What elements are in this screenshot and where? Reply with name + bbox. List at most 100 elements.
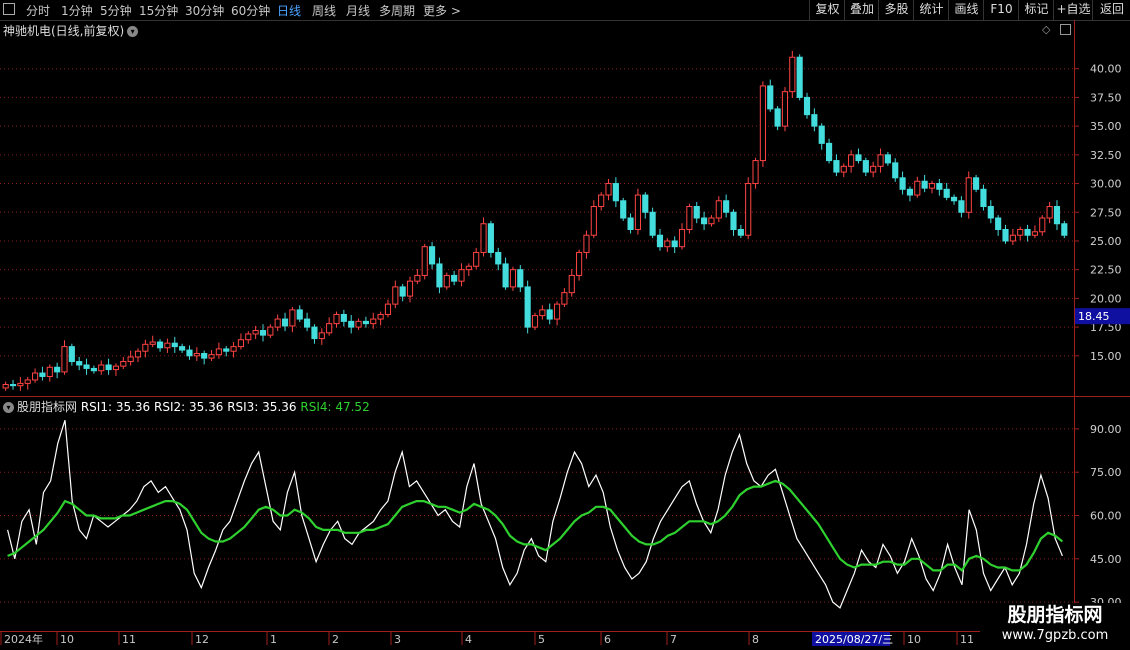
price-tick-label: 40.00 [1090, 63, 1122, 76]
price-tick-label: 32.50 [1090, 149, 1122, 162]
candle-body [671, 240, 678, 248]
time-axis-label: 3 [394, 633, 401, 646]
candle-body [840, 165, 847, 173]
tab-5min[interactable]: 5分钟 [100, 2, 132, 19]
candle-body [737, 228, 744, 236]
statistics-button[interactable]: 统计 [913, 0, 949, 20]
candle [436, 257, 443, 294]
candle-body [1046, 206, 1053, 219]
candle [524, 280, 531, 334]
candle-body [2, 384, 9, 389]
candle-body [127, 356, 134, 363]
add-watchlist-button[interactable]: +自选 [1053, 0, 1093, 20]
tab-15min[interactable]: 15分钟 [139, 2, 178, 19]
candle-body [583, 234, 590, 253]
candle-body [627, 217, 634, 230]
time-axis-label: 5 [538, 633, 545, 646]
candle-body [362, 320, 369, 325]
candle [134, 348, 142, 363]
candle-body [686, 206, 693, 230]
candle [1053, 200, 1061, 231]
tab-60min[interactable]: 60分钟 [231, 2, 270, 19]
candle [296, 305, 303, 322]
candle [965, 171, 972, 219]
tab-daily[interactable]: 日线 [277, 2, 301, 19]
candle-body [553, 303, 561, 320]
rsi4-value: RSI4: 47.52 [300, 400, 370, 414]
chevron-down-icon[interactable]: ▾ [127, 26, 139, 37]
tab-1min[interactable]: 1分钟 [61, 2, 93, 19]
rsi-tick-label: 75.00 [1090, 466, 1122, 479]
candle [348, 315, 355, 334]
candle [840, 163, 847, 178]
chevron-down-icon[interactable]: ▾ [3, 402, 14, 413]
tab-multi-period[interactable]: 多周期 [379, 2, 415, 19]
tab-weekly[interactable]: 周线 [312, 2, 336, 19]
candle [576, 249, 583, 281]
candle-body [781, 91, 789, 127]
candle [429, 242, 436, 270]
tab-intraday[interactable]: 分时 [26, 2, 50, 19]
candle [24, 377, 31, 390]
tab-monthly[interactable]: 月线 [346, 2, 370, 19]
candle-body [443, 274, 450, 288]
candle-body [164, 342, 171, 349]
candle-body [531, 315, 539, 328]
candle [914, 176, 921, 198]
candle-body [759, 85, 766, 162]
candle-body [620, 200, 627, 219]
candle [877, 148, 884, 173]
candle [98, 360, 105, 375]
candle [803, 92, 811, 119]
candle [723, 194, 730, 218]
candle-body [590, 206, 597, 236]
candle [421, 243, 428, 280]
candle [678, 223, 686, 250]
candle-body [509, 269, 517, 288]
tab-30min[interactable]: 30分钟 [185, 2, 224, 19]
candle [892, 158, 899, 182]
candle-body [392, 286, 399, 305]
draw-line-button[interactable]: 画线 [948, 0, 984, 20]
candle-body [399, 286, 406, 297]
candle [715, 196, 722, 223]
candle-body [524, 286, 531, 328]
candle-body [965, 177, 972, 213]
candle [90, 365, 97, 374]
candle-body [921, 180, 928, 189]
price-chart[interactable]: 40.00 37.50 35.00 32.50 30.00 27.50 25.00 22.50… [0, 0, 1130, 650]
candle [634, 188, 641, 235]
window-icon[interactable] [3, 3, 15, 15]
candle-body [745, 183, 752, 236]
candle-body [201, 353, 208, 359]
mark-button[interactable]: 标记 [1018, 0, 1054, 20]
back-button[interactable]: 返回 [1092, 0, 1130, 20]
candle [995, 215, 1002, 236]
candle-body [495, 251, 502, 265]
diamond-icon[interactable]: ◇ [1042, 23, 1050, 36]
candle-body [76, 361, 83, 366]
candle [443, 272, 450, 290]
candle [370, 312, 377, 329]
f10-button[interactable]: F10 [983, 0, 1019, 20]
candle-body [333, 313, 340, 325]
multi-stock-button[interactable]: 多股 [878, 0, 914, 20]
panel-toggle-icon[interactable] [1060, 24, 1071, 35]
tab-more[interactable]: 更多 > [423, 2, 461, 19]
candle-body [870, 165, 877, 173]
candle-body [179, 346, 186, 351]
price-tick-label: 37.50 [1090, 91, 1122, 104]
restore-rights-button[interactable]: 复权 [809, 0, 845, 20]
candle [414, 269, 421, 285]
time-axis-label: 2024年 [4, 632, 43, 646]
candle-body [186, 349, 193, 357]
candle-body [17, 382, 24, 387]
overlay-button[interactable]: 叠加 [844, 0, 879, 20]
candle-body [752, 160, 759, 185]
rsi-legend: ▾ 股朋指标网 RSI1: 35.36 RSI2: 35.36 RSI3: 35.… [3, 398, 370, 415]
candle-body [208, 354, 215, 359]
candle [789, 50, 796, 98]
candle-body [487, 223, 494, 253]
candle [223, 346, 230, 357]
candle-body [605, 183, 612, 196]
